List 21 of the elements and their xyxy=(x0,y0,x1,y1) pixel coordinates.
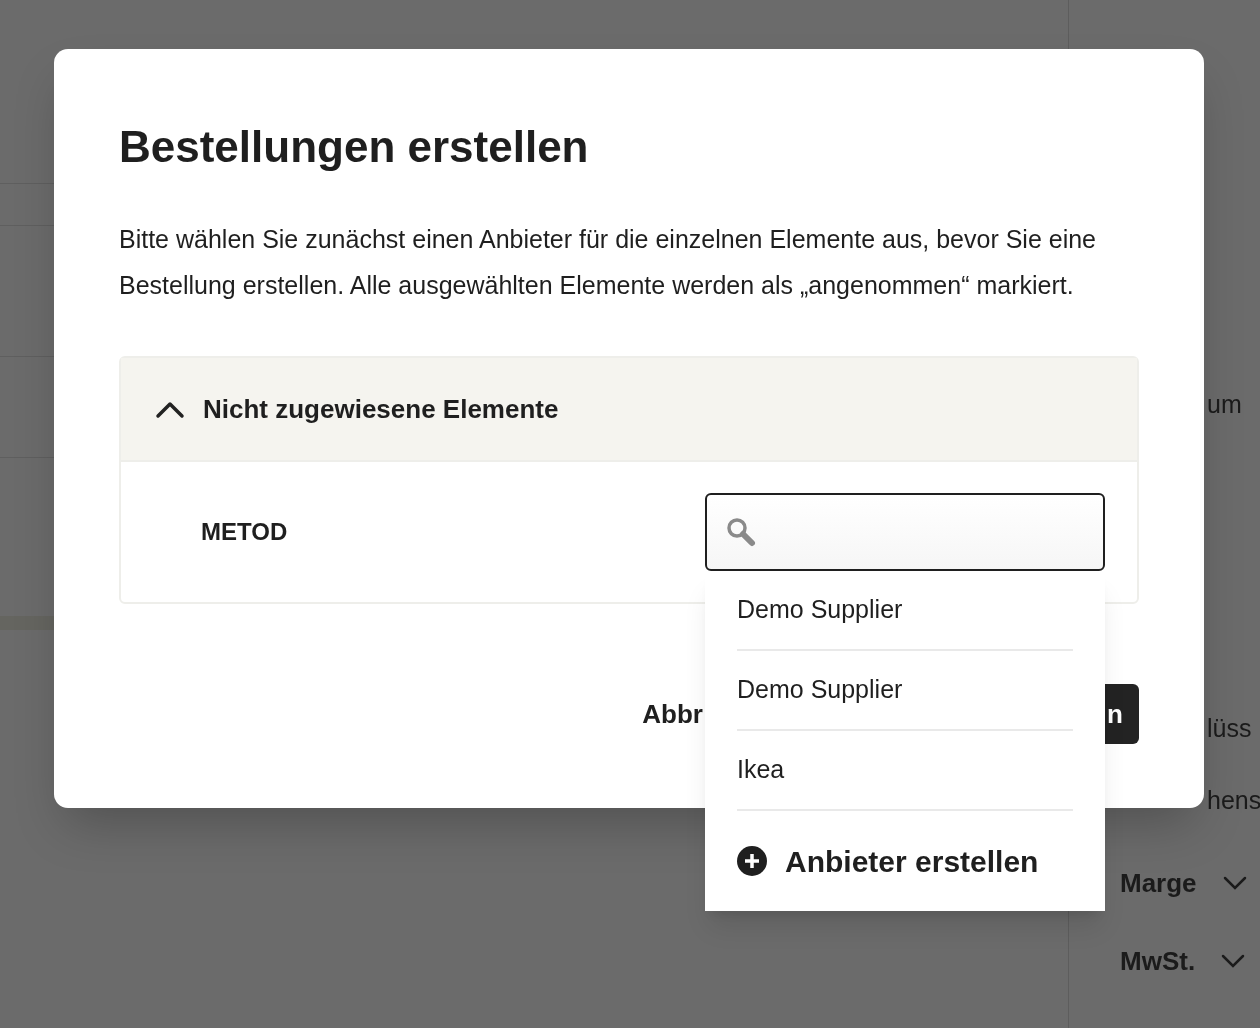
create-supplier-option[interactable]: Anbieter erstellen xyxy=(737,811,1039,911)
menu-option[interactable]: Ikea xyxy=(737,731,1073,811)
field-label: hens xyxy=(1207,786,1260,814)
menu-option[interactable]: Demo Supplier xyxy=(737,651,1073,731)
chevron-up-icon xyxy=(155,399,185,419)
menu-option[interactable]: Demo Supplier xyxy=(737,571,1073,651)
dialog-description: Bitte wählen Sie zunächst einen Anbieter für die einzelnen Elemente aus, bevor Sie eine Bestellung erstellen. Alle ausgewählten Elemente werden als „angenommen“ markiert. xyxy=(119,224,1097,301)
accordion-header[interactable]: Nicht zugewiesene Elemente xyxy=(121,358,1137,462)
search-icon xyxy=(725,516,757,548)
chevron-down-icon[interactable] xyxy=(1221,954,1246,968)
plus-circle-icon xyxy=(737,846,767,876)
search-field[interactable] xyxy=(705,493,1105,571)
field-label: Marge xyxy=(1120,870,1197,896)
item-name: METOD xyxy=(201,517,288,547)
field-label: lüss xyxy=(1207,714,1252,742)
chevron-down-icon[interactable] xyxy=(1222,876,1247,890)
cancel-button[interactable]: Abbr xyxy=(642,694,703,734)
primary-button[interactable]: n xyxy=(1105,684,1139,744)
field-label: MwSt. xyxy=(1120,948,1196,974)
dialog-title: Bestellungen erstellen xyxy=(119,121,590,173)
field-label: um xyxy=(1207,390,1242,418)
